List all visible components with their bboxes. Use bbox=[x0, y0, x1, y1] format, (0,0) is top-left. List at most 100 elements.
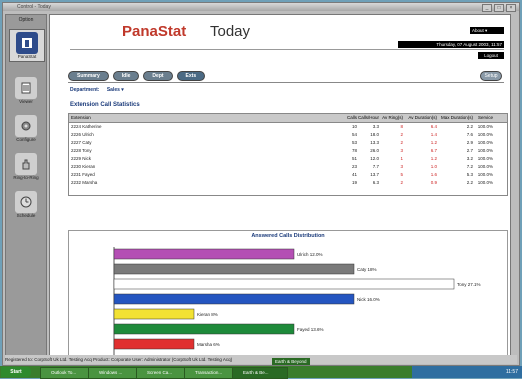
table-header: Extension Calls Calls/Hour Av Ring(s) Av… bbox=[69, 114, 507, 123]
sidebar-item-label: Ring-to-Ring bbox=[13, 175, 39, 180]
table-row[interactable]: 2232 Marsha 19 6.3 2 0.9 2.2 100.0% bbox=[69, 179, 507, 187]
table-cell: 8 bbox=[400, 124, 403, 129]
sidebar-item-configure[interactable]: Configure bbox=[9, 115, 43, 142]
table-cell: 100.0% bbox=[477, 148, 493, 153]
maximize-button[interactable]: □ bbox=[494, 4, 504, 12]
sidebar: Option PanaStat Viewer Configure Ring-to… bbox=[5, 14, 47, 356]
table-row[interactable]: 2228 Tony 78 26.0 3 6.7 2.7 100.0% bbox=[69, 147, 507, 155]
taskbar-tooltip: Earth & Beyond bbox=[272, 358, 310, 365]
table-cell: 41 bbox=[351, 172, 357, 177]
taskbar: Start Outlook To... Windows ... Screen C… bbox=[0, 358, 522, 379]
sidebar-item-viewer[interactable]: Viewer bbox=[9, 77, 43, 104]
table-row[interactable]: 2229 Nick 51 12.0 1 1.2 3.2 100.0% bbox=[69, 155, 507, 163]
close-button[interactable]: × bbox=[506, 4, 516, 12]
tabs-divider bbox=[68, 82, 504, 83]
column-header[interactable]: Calls/Hour bbox=[357, 114, 379, 122]
table-cell: 78 bbox=[351, 148, 357, 153]
column-header[interactable]: Extension bbox=[69, 114, 341, 122]
table-row[interactable]: 2226 Ulrich 54 18.0 2 1.4 7.6 100.0% bbox=[69, 131, 507, 139]
column-header[interactable]: Calls bbox=[341, 114, 357, 122]
title-bar: Control - Today _ □ × bbox=[3, 3, 519, 12]
chart-bar bbox=[113, 293, 355, 305]
table-cell: 100.0% bbox=[477, 140, 493, 145]
column-header[interactable]: Max Duration(s) bbox=[437, 114, 473, 122]
table-cell: 2231 Fayed bbox=[71, 172, 95, 177]
department-filter: Department: Sales ▾ bbox=[70, 87, 124, 93]
sidebar-title: Option bbox=[18, 17, 34, 23]
table-cell: 100.0% bbox=[477, 172, 493, 177]
column-header[interactable]: Service bbox=[473, 114, 495, 122]
brand-logo: PanaStat bbox=[122, 23, 187, 40]
chart-icon bbox=[16, 32, 38, 54]
header-divider bbox=[70, 49, 504, 50]
tab-idle[interactable]: Idle bbox=[112, 71, 140, 81]
sidebar-item-label: Viewer bbox=[19, 99, 33, 104]
table-cell: 2228 Tony bbox=[71, 148, 92, 153]
chart-bar bbox=[113, 323, 295, 335]
table-cell: 6.4 bbox=[430, 124, 437, 129]
window-title: Control - Today bbox=[17, 4, 51, 10]
table-cell: 13.3 bbox=[370, 140, 379, 145]
table-cell: 1.2 bbox=[430, 156, 437, 161]
chart-svg: 02468101214161820222426283032343638Call … bbox=[113, 247, 481, 355]
column-header[interactable]: Av Ring(s) bbox=[379, 114, 403, 122]
bar-label: Caty 18% bbox=[357, 267, 377, 272]
table-cell: 2 bbox=[400, 140, 403, 145]
stats-table: Extension Calls Calls/Hour Av Ring(s) Av… bbox=[68, 113, 508, 196]
minimize-button[interactable]: _ bbox=[482, 4, 492, 12]
view-tabs: Summary Idle Dept Exts bbox=[68, 71, 206, 81]
tab-exts[interactable]: Exts bbox=[176, 71, 206, 81]
table-cell: 1.4 bbox=[430, 132, 437, 137]
tab-dept[interactable]: Dept bbox=[143, 71, 173, 81]
table-cell: 2232 Marsha bbox=[71, 180, 98, 185]
table-cell: 1.2 bbox=[430, 140, 437, 145]
department-select[interactable]: Sales ▾ bbox=[107, 87, 124, 93]
table-cell: 100.0% bbox=[477, 132, 493, 137]
table-cell: 2224 Katherine bbox=[71, 124, 102, 129]
table-cell: 6.7 bbox=[430, 148, 437, 153]
table-cell: 54 bbox=[351, 132, 357, 137]
page-title: Today bbox=[210, 23, 251, 40]
start-button[interactable]: Start bbox=[1, 367, 31, 377]
about-menu[interactable]: About ▾ bbox=[470, 27, 504, 34]
table-cell: 2.2 bbox=[466, 124, 473, 129]
table-cell: 3 bbox=[400, 148, 403, 153]
sidebar-item-panastat[interactable]: PanaStat bbox=[9, 29, 45, 62]
sidebar-item-label: PanaStat bbox=[17, 54, 37, 59]
table-cell: 3.3 bbox=[372, 124, 379, 129]
tab-summary[interactable]: Summary bbox=[68, 71, 109, 81]
table-row[interactable]: 2230 Kieran 23 7.7 3 1.0 7.2 100.0% bbox=[69, 163, 507, 171]
sidebar-item-schedule[interactable]: Schedule bbox=[9, 191, 43, 218]
table-row[interactable]: 2227 Caty 53 13.3 2 1.2 2.9 100.0% bbox=[69, 139, 507, 147]
bar-label: Fayed 13.6% bbox=[297, 327, 324, 332]
logout-button[interactable]: Logout bbox=[478, 52, 504, 59]
table-cell: 7.2 bbox=[466, 164, 473, 169]
sidebar-item-ring-to-ring[interactable]: Ring-to-Ring bbox=[9, 153, 43, 180]
table-cell: 2.9 bbox=[466, 140, 473, 145]
table-cell: 26.0 bbox=[370, 148, 379, 153]
sidebar-item-label: Schedule bbox=[16, 213, 36, 218]
chart-bar bbox=[113, 248, 295, 260]
setup-button[interactable]: Setup bbox=[480, 71, 502, 81]
bar-label: Marsha 6% bbox=[197, 342, 220, 347]
table-cell: 2 bbox=[400, 132, 403, 137]
table-cell: 3.2 bbox=[466, 156, 473, 161]
taskbar-button[interactable]: Earth & Be... bbox=[232, 367, 288, 379]
main-panel: PanaStat Today About ▾ Thursday, 07 Augu… bbox=[49, 14, 511, 356]
table-cell: 2227 Caty bbox=[71, 140, 92, 145]
table-row[interactable]: 2224 Katherine 10 3.3 8 6.4 2.2 100.0% bbox=[69, 123, 507, 131]
answered-calls-chart: Answered Calls Distribution 024681012141… bbox=[68, 230, 508, 356]
table-cell: 19 bbox=[351, 180, 357, 185]
chart-bar bbox=[113, 308, 195, 320]
table-cell: 2 bbox=[400, 180, 403, 185]
column-header[interactable]: Av Duration(s) bbox=[403, 114, 437, 122]
bar-label: Nick 16.0% bbox=[357, 297, 380, 302]
table-cell: 3 bbox=[400, 164, 403, 169]
bar-label: Kieran 8% bbox=[197, 312, 218, 317]
table-cell: 10 bbox=[351, 124, 357, 129]
table-cell: 53 bbox=[351, 140, 357, 145]
table-row[interactable]: 2231 Fayed 41 13.7 5 1.6 5.3 100.0% bbox=[69, 171, 507, 179]
table-cell: 0.9 bbox=[430, 180, 437, 185]
chart-bar bbox=[113, 278, 455, 290]
table-cell: 13.7 bbox=[370, 172, 379, 177]
